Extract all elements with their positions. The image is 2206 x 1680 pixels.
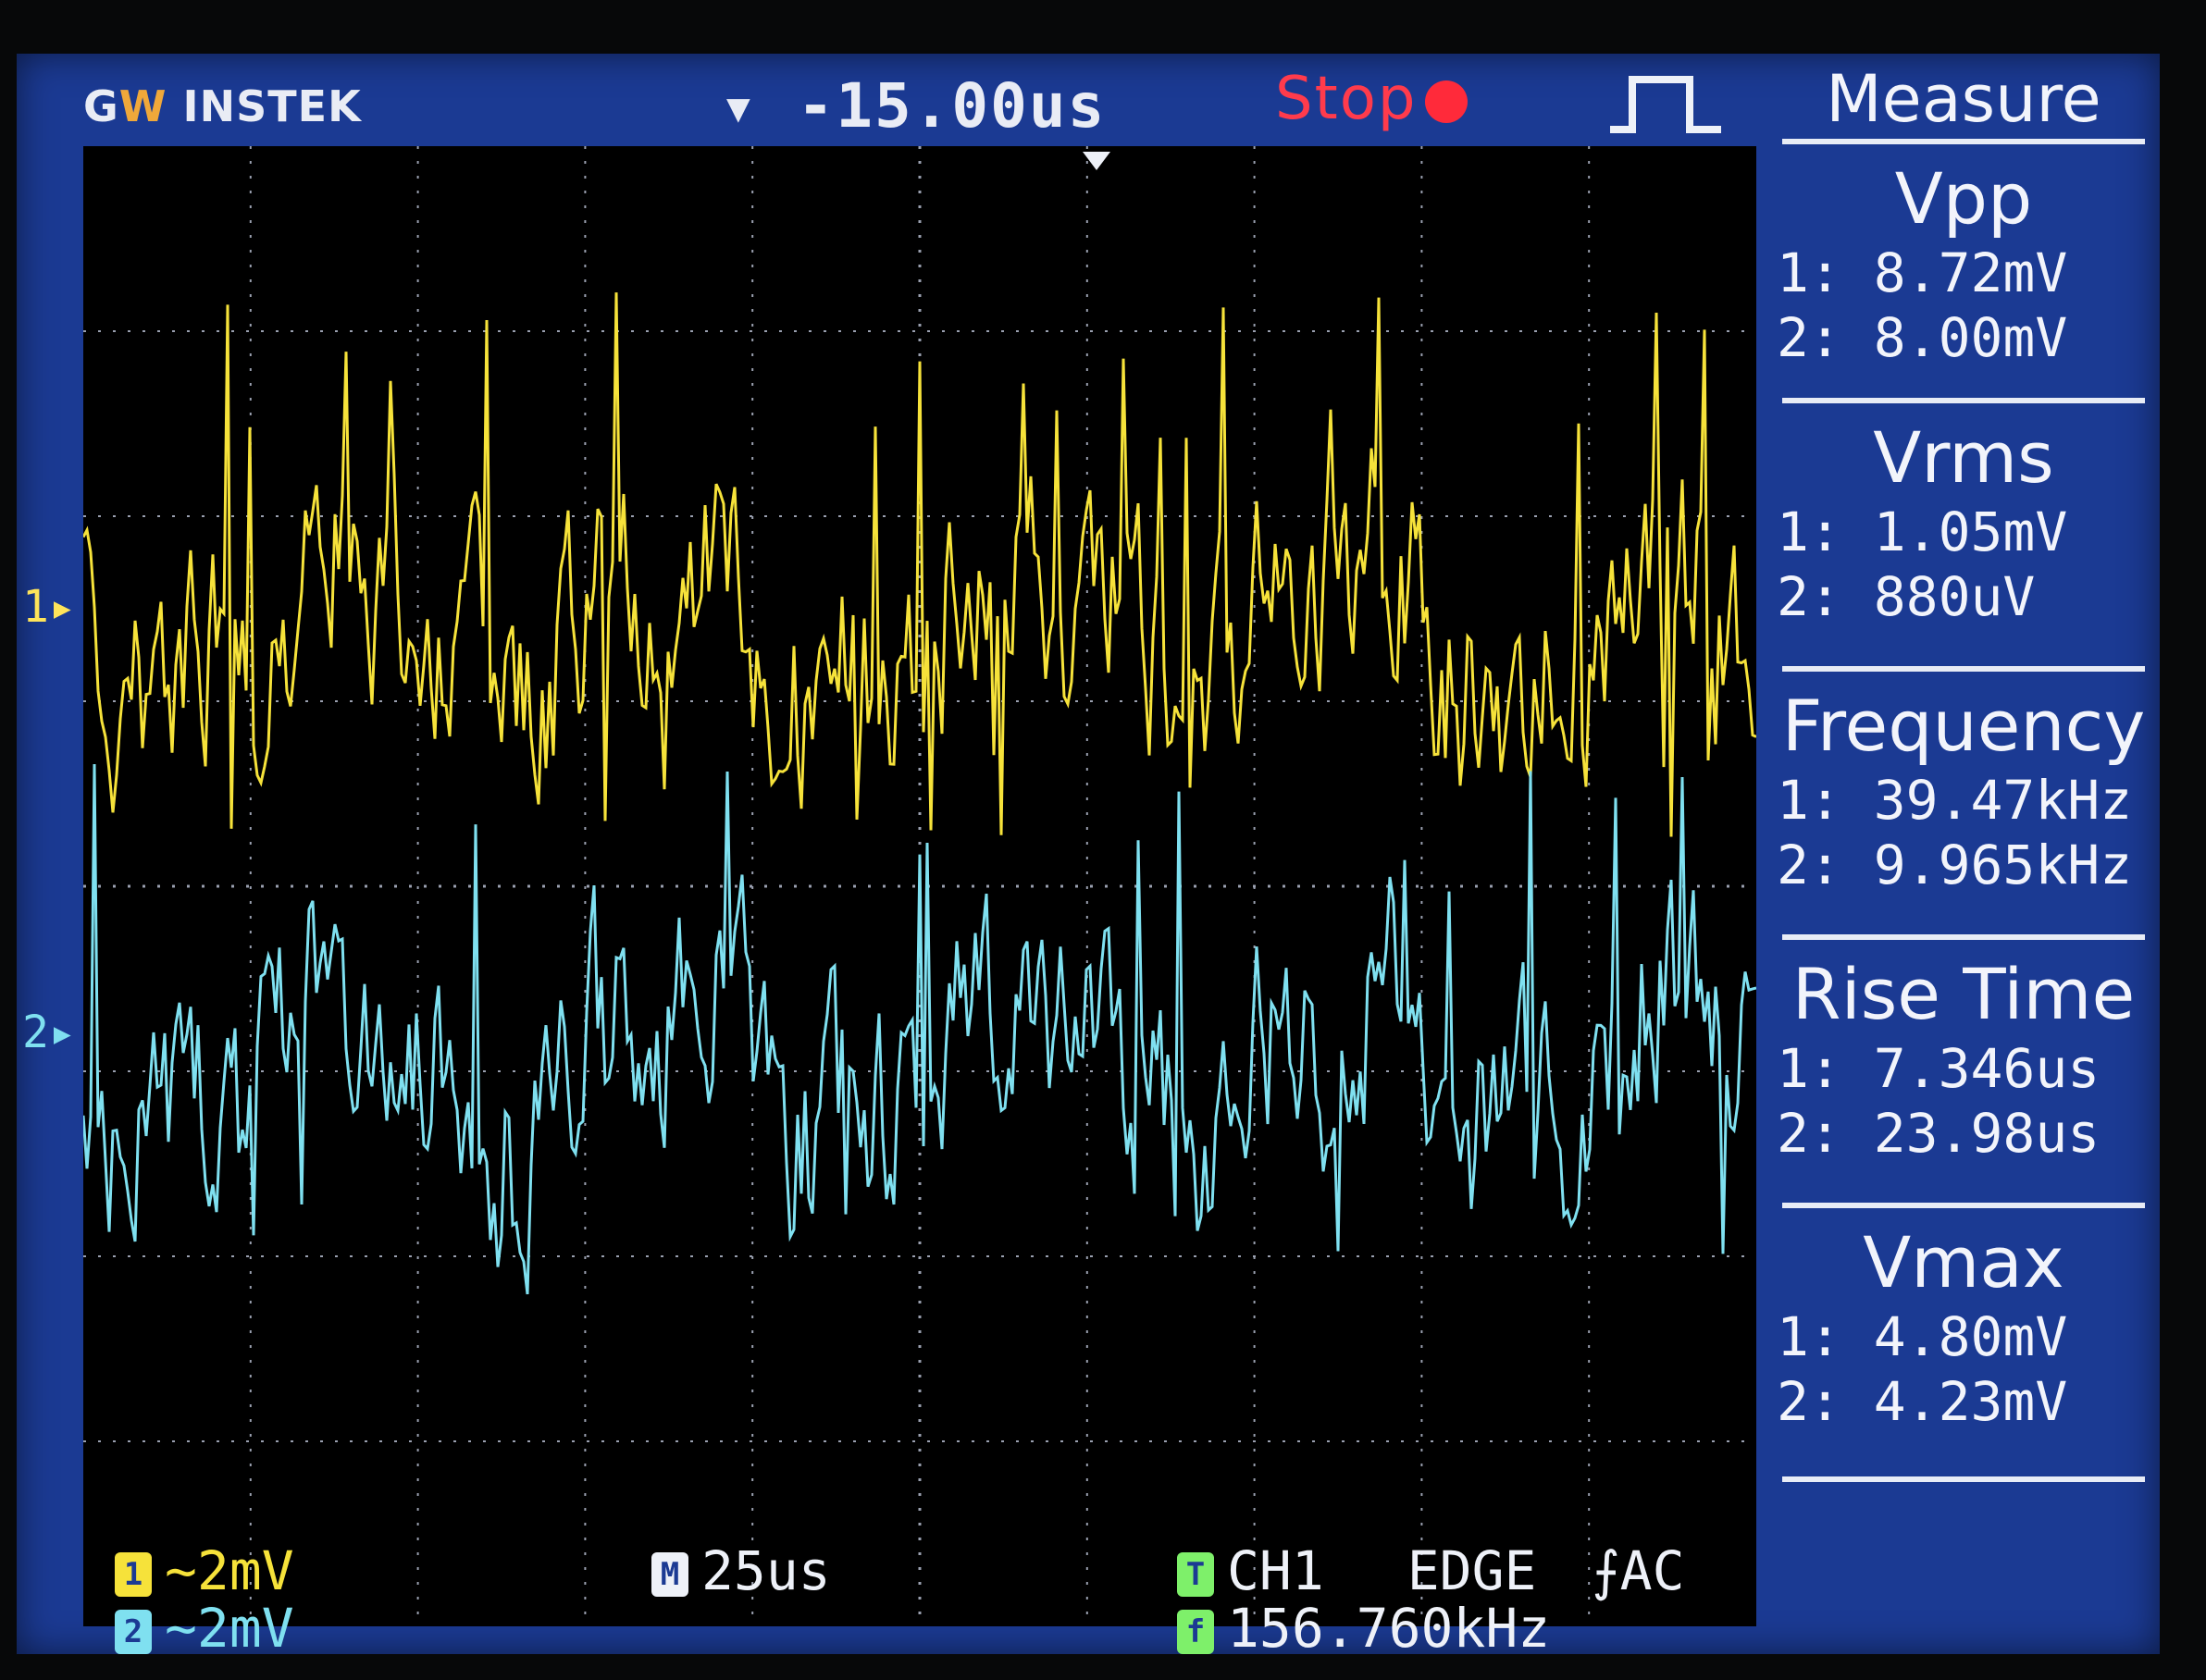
waveform-display bbox=[83, 146, 1756, 1626]
measure-item-rise-time[interactable]: Rise Time 1: 7.346us 2: 23.98us bbox=[1767, 953, 2160, 1166]
measure-ch2-value: 2: 4.23mV bbox=[1777, 1370, 2068, 1433]
ch2-scale[interactable]: 2 ~2mV bbox=[115, 1599, 294, 1658]
status-bar: 1 ~2mV 2 ~2mV M 25us T CH1 EDGE ⨍AC f 156.760kH… bbox=[17, 1541, 2160, 1658]
stop-icon bbox=[1424, 80, 1468, 124]
timebase-badge: M bbox=[651, 1551, 688, 1597]
divider bbox=[1782, 139, 2145, 144]
measure-ch1-value: 1: 7.346us bbox=[1777, 1037, 2101, 1100]
measure-ch1-value: 1: 39.47kHz bbox=[1777, 769, 2133, 832]
brand-g: G bbox=[83, 81, 119, 131]
measure-ch2-value: 2: 880uV bbox=[1777, 565, 2036, 628]
divider bbox=[1782, 934, 2145, 940]
measure-ch1-value: 1: 1.05mV bbox=[1777, 500, 2068, 563]
measure-ch2-value: 2: 9.965kHz bbox=[1777, 834, 2133, 896]
ch1-scale-value: ~2mV bbox=[165, 1539, 294, 1602]
measure-item-vpp[interactable]: Vpp 1: 8.72mV 2: 8.00mV bbox=[1767, 157, 2160, 370]
measure-ch2-value: 2: 23.98us bbox=[1777, 1102, 2101, 1165]
pulse-icon bbox=[1610, 76, 1721, 133]
timebase-value: 25us bbox=[701, 1539, 831, 1602]
ch2-scale-value: ~2mV bbox=[165, 1597, 294, 1660]
run-status-label: Stop bbox=[1275, 65, 1418, 133]
ch1-badge: 1 bbox=[115, 1551, 152, 1597]
measure-name: Vpp bbox=[1894, 157, 2033, 240]
horizontal-position: ▾ -15.00us bbox=[720, 70, 1107, 142]
measure-ch1-value: 1: 8.72mV bbox=[1777, 241, 2068, 304]
trigger-frequency-value: 156.760kHz bbox=[1227, 1597, 1551, 1660]
measure-ch2-value: 2: 8.00mV bbox=[1777, 306, 2068, 369]
measure-item-frequency[interactable]: Frequency 1: 39.47kHz 2: 9.965kHz bbox=[1767, 685, 2160, 897]
trigger-frequency: f 156.760kHz bbox=[1177, 1599, 1550, 1658]
trigger-badge: T bbox=[1177, 1551, 1214, 1597]
ch1-ground-marker[interactable]: 1▸ bbox=[22, 581, 76, 633]
brand-logo: GW INSTEK bbox=[83, 81, 362, 131]
brand-instek: INSTEK bbox=[182, 81, 362, 131]
divider bbox=[1782, 398, 2145, 403]
measure-panel: Measure Vpp 1: 8.72mV 2: 8.00mV Vrms 1: … bbox=[1767, 54, 2160, 1545]
frequency-badge: f bbox=[1177, 1609, 1214, 1654]
measure-name: Frequency bbox=[1781, 685, 2146, 767]
divider bbox=[1782, 1476, 2145, 1482]
measure-name: Vmax bbox=[1863, 1221, 2064, 1303]
timebase[interactable]: M 25us bbox=[651, 1541, 831, 1600]
divider bbox=[1782, 1203, 2145, 1208]
measure-name: Rise Time bbox=[1791, 953, 2136, 1035]
ch2-badge: 2 bbox=[115, 1609, 152, 1654]
brand-w: W bbox=[118, 81, 167, 131]
ch2-ground-marker[interactable]: 2▸ bbox=[22, 1007, 76, 1058]
divider bbox=[1782, 666, 2145, 672]
ch2-marker-label: 2 bbox=[22, 1007, 49, 1058]
trigger-settings[interactable]: T CH1 EDGE ⨍AC bbox=[1177, 1541, 1685, 1600]
measure-name: Vrms bbox=[1873, 416, 2054, 499]
oscilloscope-screen: GW INSTEK ▾ -15.00us Stop 1▸ 2▸ Measure … bbox=[17, 54, 2160, 1658]
trigger-type: EDGE bbox=[1407, 1539, 1537, 1602]
measure-item-vrms[interactable]: Vrms 1: 1.05mV 2: 880uV bbox=[1767, 416, 2160, 629]
measure-item-vmax[interactable]: Vmax 1: 4.80mV 2: 4.23mV bbox=[1767, 1221, 2160, 1434]
trigger-coupling: AC bbox=[1619, 1539, 1685, 1602]
ch1-marker-label: 1 bbox=[22, 581, 49, 633]
rising-edge-icon: ⨍ bbox=[1592, 1539, 1620, 1602]
ch1-scale[interactable]: 1 ~2mV bbox=[115, 1541, 294, 1600]
run-status[interactable]: Stop bbox=[1275, 65, 1468, 133]
measure-ch1-value: 1: 4.80mV bbox=[1777, 1305, 2068, 1368]
trigger-source: CH1 bbox=[1227, 1539, 1324, 1602]
measure-title: Measure bbox=[1826, 61, 2101, 137]
